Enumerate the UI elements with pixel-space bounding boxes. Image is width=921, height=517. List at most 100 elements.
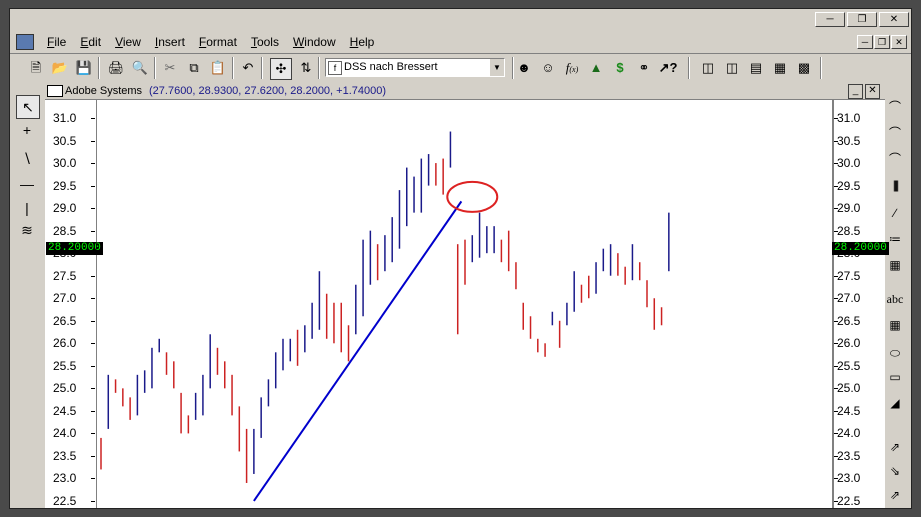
tile-horizontal-icon[interactable]: ▤ xyxy=(746,58,766,78)
copy-icon[interactable]: ⧉ xyxy=(184,58,204,78)
menu-file[interactable]: File xyxy=(40,33,73,51)
arrow-up-icon[interactable]: ⇗ xyxy=(884,437,906,457)
ellipse-annotation[interactable] xyxy=(446,180,499,213)
y-tick-label-right: 26.0 xyxy=(837,336,861,351)
menu-tools[interactable]: Tools xyxy=(244,33,286,51)
price-chart[interactable] xyxy=(96,100,834,509)
y-tick-label-right: 27.0 xyxy=(837,291,861,306)
text-label-icon[interactable]: abc xyxy=(884,289,906,309)
menu-window[interactable]: Window xyxy=(286,33,343,51)
analyst-icon[interactable]: ☺ xyxy=(538,58,558,78)
app-minimize-button[interactable]: ─ xyxy=(815,12,845,27)
y-tick-label-left: 23.5 xyxy=(53,448,77,463)
menu-format[interactable]: Format xyxy=(192,33,244,51)
indicator-select[interactable]: f DSS nach Bressert ▼ xyxy=(325,58,505,77)
arc-fan-icon[interactable]: ⌒ xyxy=(884,123,906,143)
trendline-tool-icon[interactable]: ∖ xyxy=(16,147,38,169)
y-tick-label-left: 23.0 xyxy=(53,471,77,486)
y-tick-label-right: 24.0 xyxy=(837,426,861,441)
vertical-line-icon[interactable]: | xyxy=(16,197,38,219)
expert-icon[interactable]: ☻ xyxy=(514,58,534,78)
y-tick-label-left: 31.0 xyxy=(53,111,77,126)
print-preview-icon[interactable]: 🔍 xyxy=(130,58,150,78)
indicator-select-value: DSS nach Bressert xyxy=(344,61,438,73)
save-icon[interactable]: 💾 xyxy=(74,58,94,78)
y-tick-label-right: 24.5 xyxy=(837,403,861,418)
arrow-signal-icon[interactable]: ⇗ xyxy=(884,485,906,505)
y-tick-mark xyxy=(834,410,838,412)
menu-edit[interactable]: Edit xyxy=(73,33,108,51)
pointer-icon[interactable]: ↖ xyxy=(16,95,40,119)
y-tick-mark xyxy=(91,185,95,187)
app-restore-button[interactable]: ❐ xyxy=(847,12,877,27)
y-tick-label-left: 30.0 xyxy=(53,156,77,171)
indicator-icon[interactable]: ⇅ xyxy=(296,58,316,78)
crosshair-tool-icon[interactable]: + xyxy=(16,119,38,141)
doc-close-button[interactable]: ✕ xyxy=(891,35,907,49)
paste-icon[interactable]: 📋 xyxy=(208,58,228,78)
chart-minimize-button[interactable]: _ xyxy=(848,84,863,99)
y-tick-mark xyxy=(91,230,95,232)
chart-close-button[interactable]: ✕ xyxy=(865,84,880,99)
menu-view[interactable]: View xyxy=(108,33,148,51)
y-tick-label-left: 27.0 xyxy=(53,291,77,306)
y-tick-label-right: 27.5 xyxy=(837,268,861,283)
indicator-type-icon: f xyxy=(328,61,342,75)
line-tool-icon[interactable]: ∕ xyxy=(884,203,906,223)
chart-ohlc-values: (27.7600, 28.9300, 27.6200, 28.2000, +1.… xyxy=(149,85,387,97)
help-icon[interactable]: ↗? xyxy=(658,58,678,78)
y-tick-label-left: 24.0 xyxy=(53,426,77,441)
menu-help[interactable]: Help xyxy=(343,33,382,51)
doc-minimize-button[interactable]: ─ xyxy=(857,35,873,49)
arc-tool-icon[interactable]: ⌒ xyxy=(884,97,906,117)
arrow-down-icon[interactable]: ⇘ xyxy=(884,461,906,481)
cycle-lines-icon[interactable]: |||| xyxy=(884,175,906,195)
tile-grid-icon[interactable]: ▦ xyxy=(770,58,790,78)
dollar-icon[interactable]: $ xyxy=(610,58,630,78)
y-tick-label-right: 31.0 xyxy=(837,111,861,126)
rectangle-icon[interactable]: ▭ xyxy=(884,367,906,387)
new-icon[interactable]: 🗎 xyxy=(26,58,46,78)
function-icon[interactable]: f(x) xyxy=(562,58,582,78)
y-tick-mark xyxy=(834,478,838,480)
y-tick-mark xyxy=(834,320,838,322)
app-menu-icon[interactable] xyxy=(16,34,34,50)
table-icon[interactable]: ▦ xyxy=(884,315,906,335)
trendline[interactable] xyxy=(253,200,463,502)
y-tick-mark xyxy=(91,478,95,480)
y-tick-label-left: 29.0 xyxy=(53,201,77,216)
crosshair-icon[interactable]: ✣ xyxy=(270,58,292,80)
app-close-button[interactable]: ✕ xyxy=(879,12,909,27)
y-tick-label-left: 28.5 xyxy=(53,223,77,238)
y-tick-label-right: 25.5 xyxy=(837,358,861,373)
window-icon[interactable]: ◫ xyxy=(698,58,718,78)
chart-window: Adobe Systems (27.7600, 28.9300, 27.6200… xyxy=(45,83,889,509)
right-price-axis: 31.030.530.029.529.028.528.027.527.026.5… xyxy=(834,100,885,508)
menu-bar: File Edit View Insert Format Tools Windo… xyxy=(40,33,381,51)
menu-insert[interactable]: Insert xyxy=(148,33,192,51)
y-tick-label-right: 30.5 xyxy=(837,133,861,148)
doc-restore-button[interactable]: ❐ xyxy=(874,35,890,49)
y-tick-mark xyxy=(91,388,95,390)
triangle-icon[interactable]: ◢ xyxy=(884,393,906,413)
y-tick-mark xyxy=(834,163,838,165)
y-tick-label-left: 22.5 xyxy=(53,493,77,508)
text-tool-icon[interactable]: ≋ xyxy=(16,219,38,241)
y-tick-mark xyxy=(834,343,838,345)
cascade-icon[interactable]: ▩ xyxy=(794,58,814,78)
binoculars-icon[interactable]: ⚭ xyxy=(634,58,654,78)
ellipse-icon[interactable]: ⬭ xyxy=(884,343,906,363)
chevron-down-icon[interactable]: ▼ xyxy=(490,59,504,76)
undo-icon[interactable]: ↶ xyxy=(238,58,258,78)
y-tick-label-left: 29.5 xyxy=(53,178,77,193)
cut-icon[interactable]: ✂ xyxy=(160,58,180,78)
open-icon[interactable]: 📂 xyxy=(50,58,70,78)
print-icon[interactable]: 🖨 xyxy=(106,58,126,78)
y-tick-mark xyxy=(834,500,838,502)
horizontal-line-icon[interactable]: — xyxy=(16,173,38,195)
gann-grid-icon[interactable]: ▦ xyxy=(884,255,906,275)
tile-vertical-icon[interactable]: ◫ xyxy=(722,58,742,78)
chart-analysis-icon[interactable]: ▲ xyxy=(586,58,606,78)
y-tick-label-left: 24.5 xyxy=(53,403,77,418)
speed-lines-icon[interactable]: ⌒ xyxy=(884,149,906,169)
